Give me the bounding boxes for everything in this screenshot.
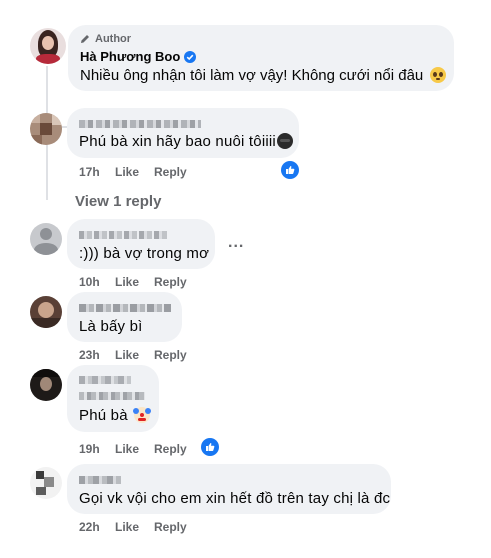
comment-text: Phú bà	[79, 407, 152, 424]
like-button[interactable]: Like	[115, 165, 154, 179]
comment-actions: 19h Like Reply	[79, 442, 187, 456]
pencil-icon	[81, 35, 89, 43]
dark-emoji-icon	[276, 133, 293, 149]
comment-actions: 22h Like Reply	[79, 520, 187, 534]
comment-text-content: Phú bà	[79, 407, 128, 424]
blurred-name	[79, 476, 121, 484]
comment-bubble: Gọi vk vội cho em xin hết đồ trên tay ch…	[67, 464, 391, 514]
blurred-name	[79, 304, 171, 312]
clown-face-icon	[133, 407, 152, 423]
reply-button[interactable]: Reply	[154, 520, 187, 534]
view-replies-link[interactable]: View 1 reply	[75, 193, 161, 210]
comment-text: Là bấy bì	[79, 318, 143, 335]
comment-actions: 10h Like Reply	[79, 275, 187, 289]
comment-text-row: Nhiều ông nhận tôi làm vợ vậy! Không cướ…	[80, 67, 447, 84]
comment-bubble: Phú bà xin hãy bao nuôi tôiiii	[67, 108, 299, 158]
like-reaction-icon[interactable]	[201, 438, 219, 456]
comment-text: Phú bà xin hãy bao nuôi tôiiii	[79, 133, 293, 150]
blurred-name	[79, 231, 167, 239]
blurred-name	[79, 376, 131, 384]
comment-text: Gọi vk vội cho em xin hết đồ trên tay ch…	[79, 490, 391, 507]
thread-curve	[42, 180, 64, 202]
blurred-name	[79, 392, 145, 400]
avatar[interactable]	[30, 467, 62, 499]
comment-text: :))) bà vợ trong mơ	[79, 245, 210, 262]
reply-button[interactable]: Reply	[154, 275, 187, 289]
comment-bubble: Author Hà Phương Boo Nhiều ông nhận tôi …	[68, 25, 454, 91]
comment-actions: 23h Like Reply	[79, 348, 187, 362]
reply-button[interactable]: Reply	[154, 348, 187, 362]
timestamp[interactable]: 23h	[79, 348, 115, 362]
avatar[interactable]	[30, 296, 62, 328]
commenter-name[interactable]: Hà Phương Boo	[80, 49, 197, 64]
blurred-name	[79, 120, 201, 128]
timestamp[interactable]: 19h	[79, 442, 115, 456]
comment-text-content: Phú bà xin hãy bao nuôi tôiiii	[79, 133, 276, 150]
like-button[interactable]: Like	[115, 520, 154, 534]
avatar[interactable]	[30, 28, 66, 64]
avatar[interactable]	[30, 223, 62, 255]
comment-bubble: Là bấy bì	[67, 292, 182, 342]
comment-bubble: :))) bà vợ trong mơ	[67, 219, 215, 269]
avatar[interactable]	[30, 369, 62, 401]
timestamp[interactable]: 17h	[79, 165, 115, 179]
pleading-face-icon	[430, 67, 447, 83]
reply-button[interactable]: Reply	[154, 442, 187, 456]
comment-text: Nhiều ông nhận tôi làm vợ vậy! Không cướ…	[80, 67, 424, 84]
more-options-button[interactable]: ...	[228, 234, 244, 252]
comment-actions: 17h Like Reply	[79, 165, 187, 179]
like-button[interactable]: Like	[115, 348, 154, 362]
timestamp[interactable]: 22h	[79, 520, 115, 534]
comment-bubble: Phú bà	[67, 365, 159, 432]
commenter-name-text[interactable]: Hà Phương Boo	[80, 49, 180, 64]
author-badge: Author	[80, 33, 131, 45]
avatar[interactable]	[30, 113, 62, 145]
like-button[interactable]: Like	[115, 442, 154, 456]
author-badge-label: Author	[95, 33, 132, 45]
reply-button[interactable]: Reply	[154, 165, 187, 179]
like-reaction-icon[interactable]	[281, 161, 299, 179]
verified-badge-icon	[184, 50, 197, 63]
like-button[interactable]: Like	[115, 275, 154, 289]
timestamp[interactable]: 10h	[79, 275, 115, 289]
